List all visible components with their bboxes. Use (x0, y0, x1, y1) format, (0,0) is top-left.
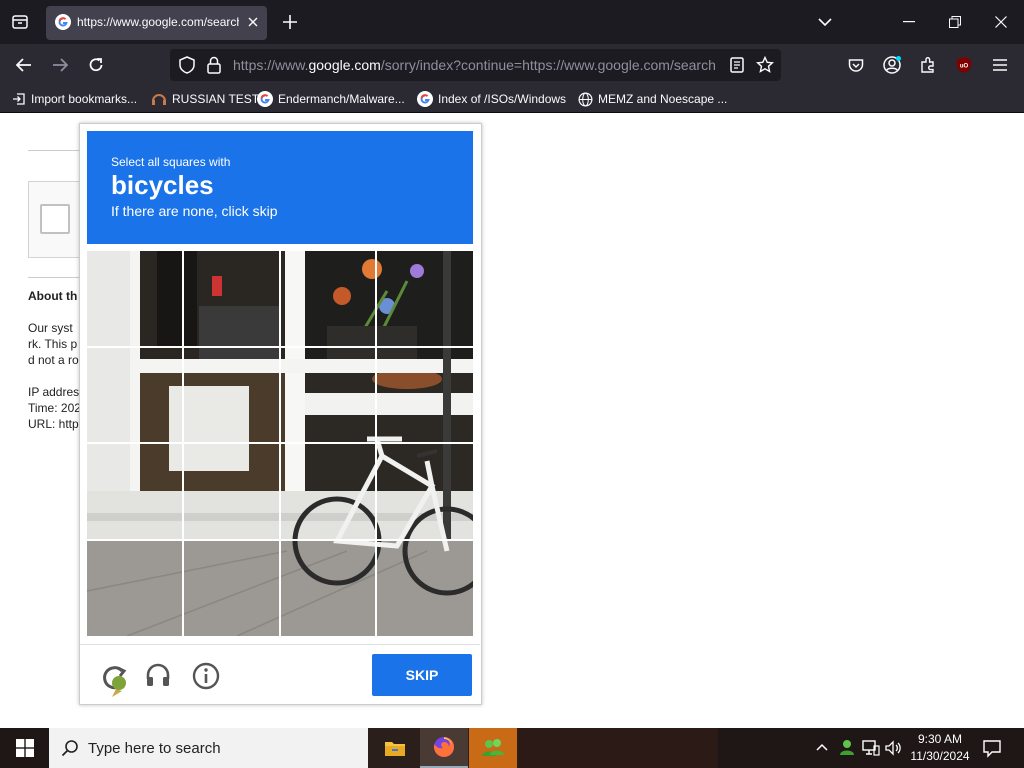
captcha-tile[interactable] (184, 251, 281, 347)
bookmark-label: Endermanch/Malware... (278, 92, 405, 106)
google-g-icon (55, 14, 71, 30)
captcha-tile[interactable] (87, 540, 184, 636)
captcha-target: bicycles (111, 170, 214, 200)
url-path: /sorry/index?continue=https://www.google… (380, 57, 716, 73)
close-window-icon[interactable] (985, 6, 1017, 38)
captcha-tile[interactable] (87, 444, 184, 540)
info-icon[interactable] (192, 662, 220, 690)
search-icon (61, 739, 79, 757)
ip-address: IP addres (28, 385, 80, 399)
recaptcha-checkbox[interactable] (40, 204, 70, 234)
captcha-tile[interactable] (87, 347, 184, 443)
clock-time: 9:30 AM (917, 732, 963, 746)
captcha-tile[interactable] (377, 540, 474, 636)
about-heading: About th (28, 289, 78, 303)
reload-challenge-icon[interactable] (98, 661, 132, 699)
captcha-tile[interactable] (184, 444, 281, 540)
minimize-icon[interactable] (893, 6, 925, 38)
taskbar-search-box[interactable]: Type here to search (49, 728, 368, 768)
svg-text:uO: uO (960, 64, 969, 70)
pocket-icon[interactable] (840, 49, 872, 81)
file-explorer-icon[interactable] (371, 728, 419, 768)
url-line: URL: http (28, 417, 79, 431)
taskbar-wallpaper-strip (518, 728, 718, 768)
bookmark-endermanch[interactable]: Endermanch/Malware... (257, 90, 405, 108)
captcha-tile[interactable] (377, 444, 474, 540)
firefox-taskbar-icon[interactable] (420, 728, 468, 768)
reload-icon[interactable] (80, 49, 112, 81)
captcha-tile[interactable] (280, 540, 377, 636)
user-tray-icon[interactable] (838, 738, 856, 756)
bookmark-label: RUSSIAN TEST (172, 92, 260, 106)
lock-icon[interactable] (206, 56, 222, 74)
page-line: rk. This p (28, 337, 78, 351)
back-icon[interactable] (8, 49, 40, 81)
bookmark-index-isos[interactable]: Index of /ISOs/Windows (417, 90, 566, 108)
chevron-down-icon[interactable] (809, 6, 841, 38)
volume-icon[interactable] (885, 740, 903, 756)
shield-icon[interactable] (178, 56, 196, 74)
bookmark-russian-test[interactable]: RUSSIAN TEST (151, 90, 259, 108)
captcha-tile[interactable] (280, 347, 377, 443)
captcha-hint: If there are none, click skip (111, 203, 278, 219)
captcha-tile[interactable] (184, 540, 281, 636)
network-icon[interactable] (862, 740, 880, 756)
captcha-instruction: Select all squares with (111, 155, 231, 169)
google-g-icon (417, 91, 433, 107)
bookmark-label: Import bookmarks... (31, 92, 138, 106)
import-icon (12, 92, 26, 106)
windows-logo-icon (15, 739, 34, 757)
close-tab-icon[interactable] (244, 13, 262, 31)
chevron-up-icon[interactable] (815, 740, 829, 754)
captcha-header: Select all squares with bicycles If ther… (87, 131, 473, 244)
bookmark-label: Index of /ISOs/Windows (438, 92, 567, 106)
skip-button[interactable]: SKIP (372, 654, 472, 696)
audio-challenge-icon[interactable] (144, 661, 172, 689)
headset-icon (151, 91, 167, 107)
globe-icon (578, 92, 593, 107)
captcha-tile[interactable] (377, 251, 474, 347)
url-prefix: https://www. (233, 57, 309, 73)
search-placeholder: Type here to search (88, 740, 221, 757)
page-line: Our syst (28, 321, 73, 335)
bookmark-import[interactable]: Import bookmarks... (12, 90, 137, 108)
forward-icon[interactable] (44, 49, 76, 81)
time-line: Time: 202 (28, 401, 81, 415)
captcha-tile[interactable] (280, 251, 377, 347)
users-app-icon[interactable] (469, 728, 517, 768)
start-button[interactable] (0, 728, 49, 768)
captcha-tile[interactable] (280, 444, 377, 540)
clock-date: 11/30/2024 (910, 749, 970, 763)
captcha-tile[interactable] (87, 251, 184, 347)
bookmark-memz[interactable]: MEMZ and Noescape ... (578, 90, 727, 108)
captcha-footer-divider (80, 644, 480, 645)
url-text: https://www.google.com/sorry/index?conti… (233, 57, 718, 73)
captcha-tile[interactable] (377, 347, 474, 443)
ublock-origin-icon[interactable]: uO (948, 49, 980, 81)
system-clock[interactable]: 9:30 AM 11/30/2024 (902, 731, 978, 765)
account-icon[interactable] (876, 49, 908, 81)
bookmark-star-icon[interactable] (749, 49, 781, 81)
menu-icon[interactable] (984, 49, 1016, 81)
captcha-tile[interactable] (184, 347, 281, 443)
new-tab-icon[interactable] (274, 6, 306, 38)
page-line: d not a ro (28, 353, 79, 367)
tab-title: https://www.google.com/search (77, 15, 239, 29)
restore-icon[interactable] (939, 6, 971, 38)
extensions-icon[interactable] (912, 49, 944, 81)
firefox-view-icon[interactable] (4, 6, 36, 38)
google-g-icon (257, 91, 273, 107)
notifications-icon[interactable] (982, 738, 1002, 758)
captcha-tiles (87, 251, 473, 636)
url-domain: google.com (308, 57, 381, 73)
bookmark-label: MEMZ and Noescape ... (598, 92, 728, 106)
